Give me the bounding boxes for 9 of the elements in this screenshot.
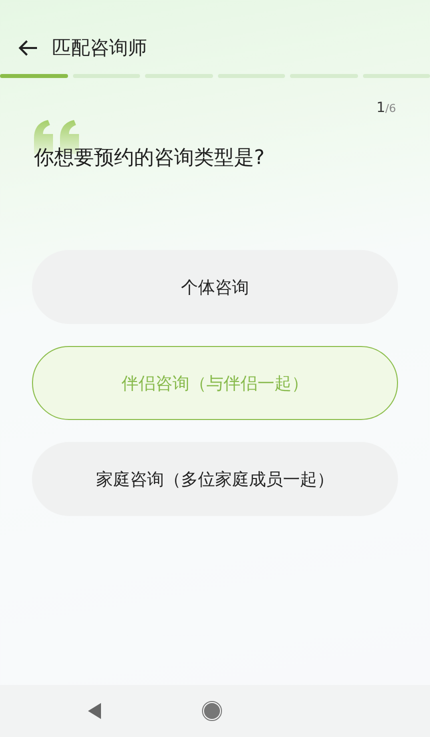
home-nav-icon[interactable] xyxy=(202,701,222,721)
total-steps: /6 xyxy=(385,102,396,115)
current-step: 1 xyxy=(376,100,386,116)
option-button[interactable]: 家庭咨询（多位家庭成员一起） xyxy=(32,442,398,516)
back-icon[interactable] xyxy=(18,39,38,57)
option-button[interactable]: 个体咨询 xyxy=(32,250,398,324)
question-text: 你想要预约的咨询类型是? xyxy=(34,144,265,171)
back-nav-icon[interactable] xyxy=(88,703,102,719)
page-title: 匹配咨询师 xyxy=(52,36,147,61)
